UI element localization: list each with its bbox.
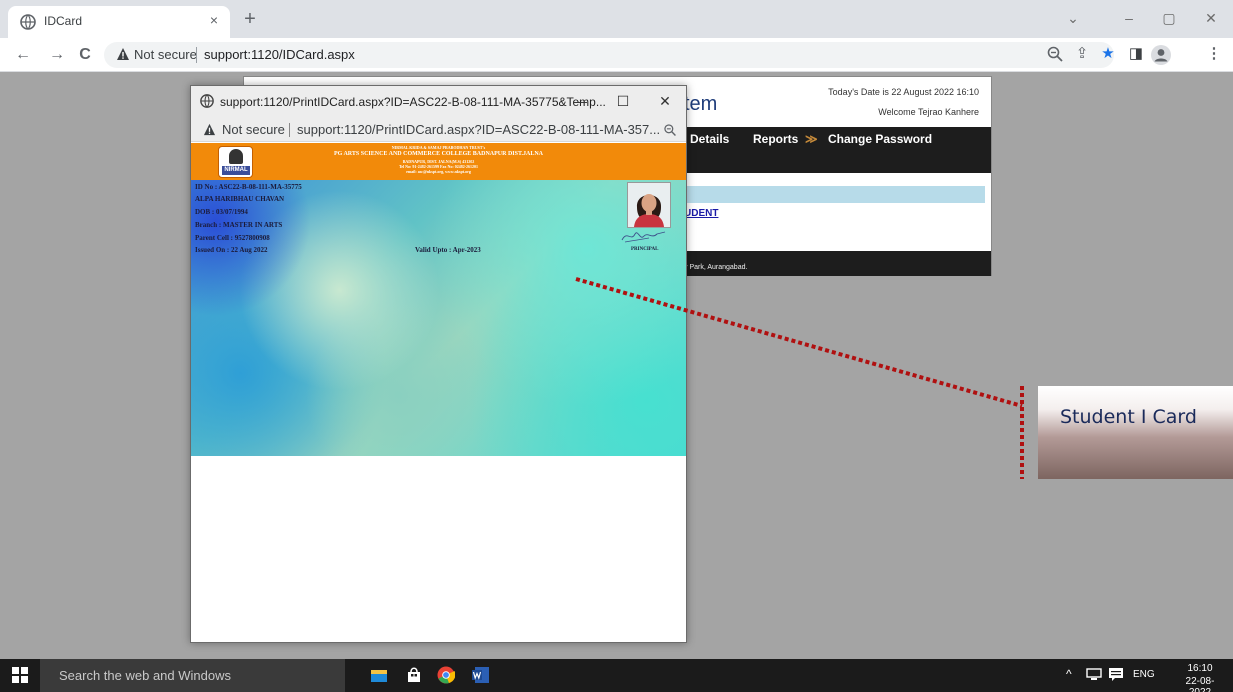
annotation-connector [575, 277, 1024, 479]
file-explorer-icon[interactable] [370, 666, 388, 684]
language-indicator[interactable]: ENG [1133, 669, 1155, 680]
taskbar-search-placeholder: Search the web and Windows [59, 668, 231, 683]
callout-label: Student I Card [1060, 406, 1197, 428]
notification-icon[interactable] [1108, 667, 1124, 681]
store-icon[interactable] [405, 666, 423, 684]
tray-overflow-icon[interactable]: ^ [1066, 667, 1072, 681]
clock-date[interactable]: 22-08-2022 [1177, 676, 1223, 692]
clock-time[interactable]: 16:10 [1177, 663, 1223, 674]
annotation-dotted-line [575, 277, 1023, 408]
student-icard-callout: Student I Card [1038, 386, 1233, 479]
windows-start-icon[interactable] [12, 667, 28, 683]
word-icon[interactable] [472, 666, 490, 684]
windows-taskbar: Search the web and Windows ^ ENG 16:10 2… [0, 659, 1233, 692]
network-icon[interactable] [1086, 667, 1102, 681]
taskbar-search[interactable]: Search the web and Windows [40, 659, 345, 692]
chrome-icon[interactable] [437, 666, 455, 684]
